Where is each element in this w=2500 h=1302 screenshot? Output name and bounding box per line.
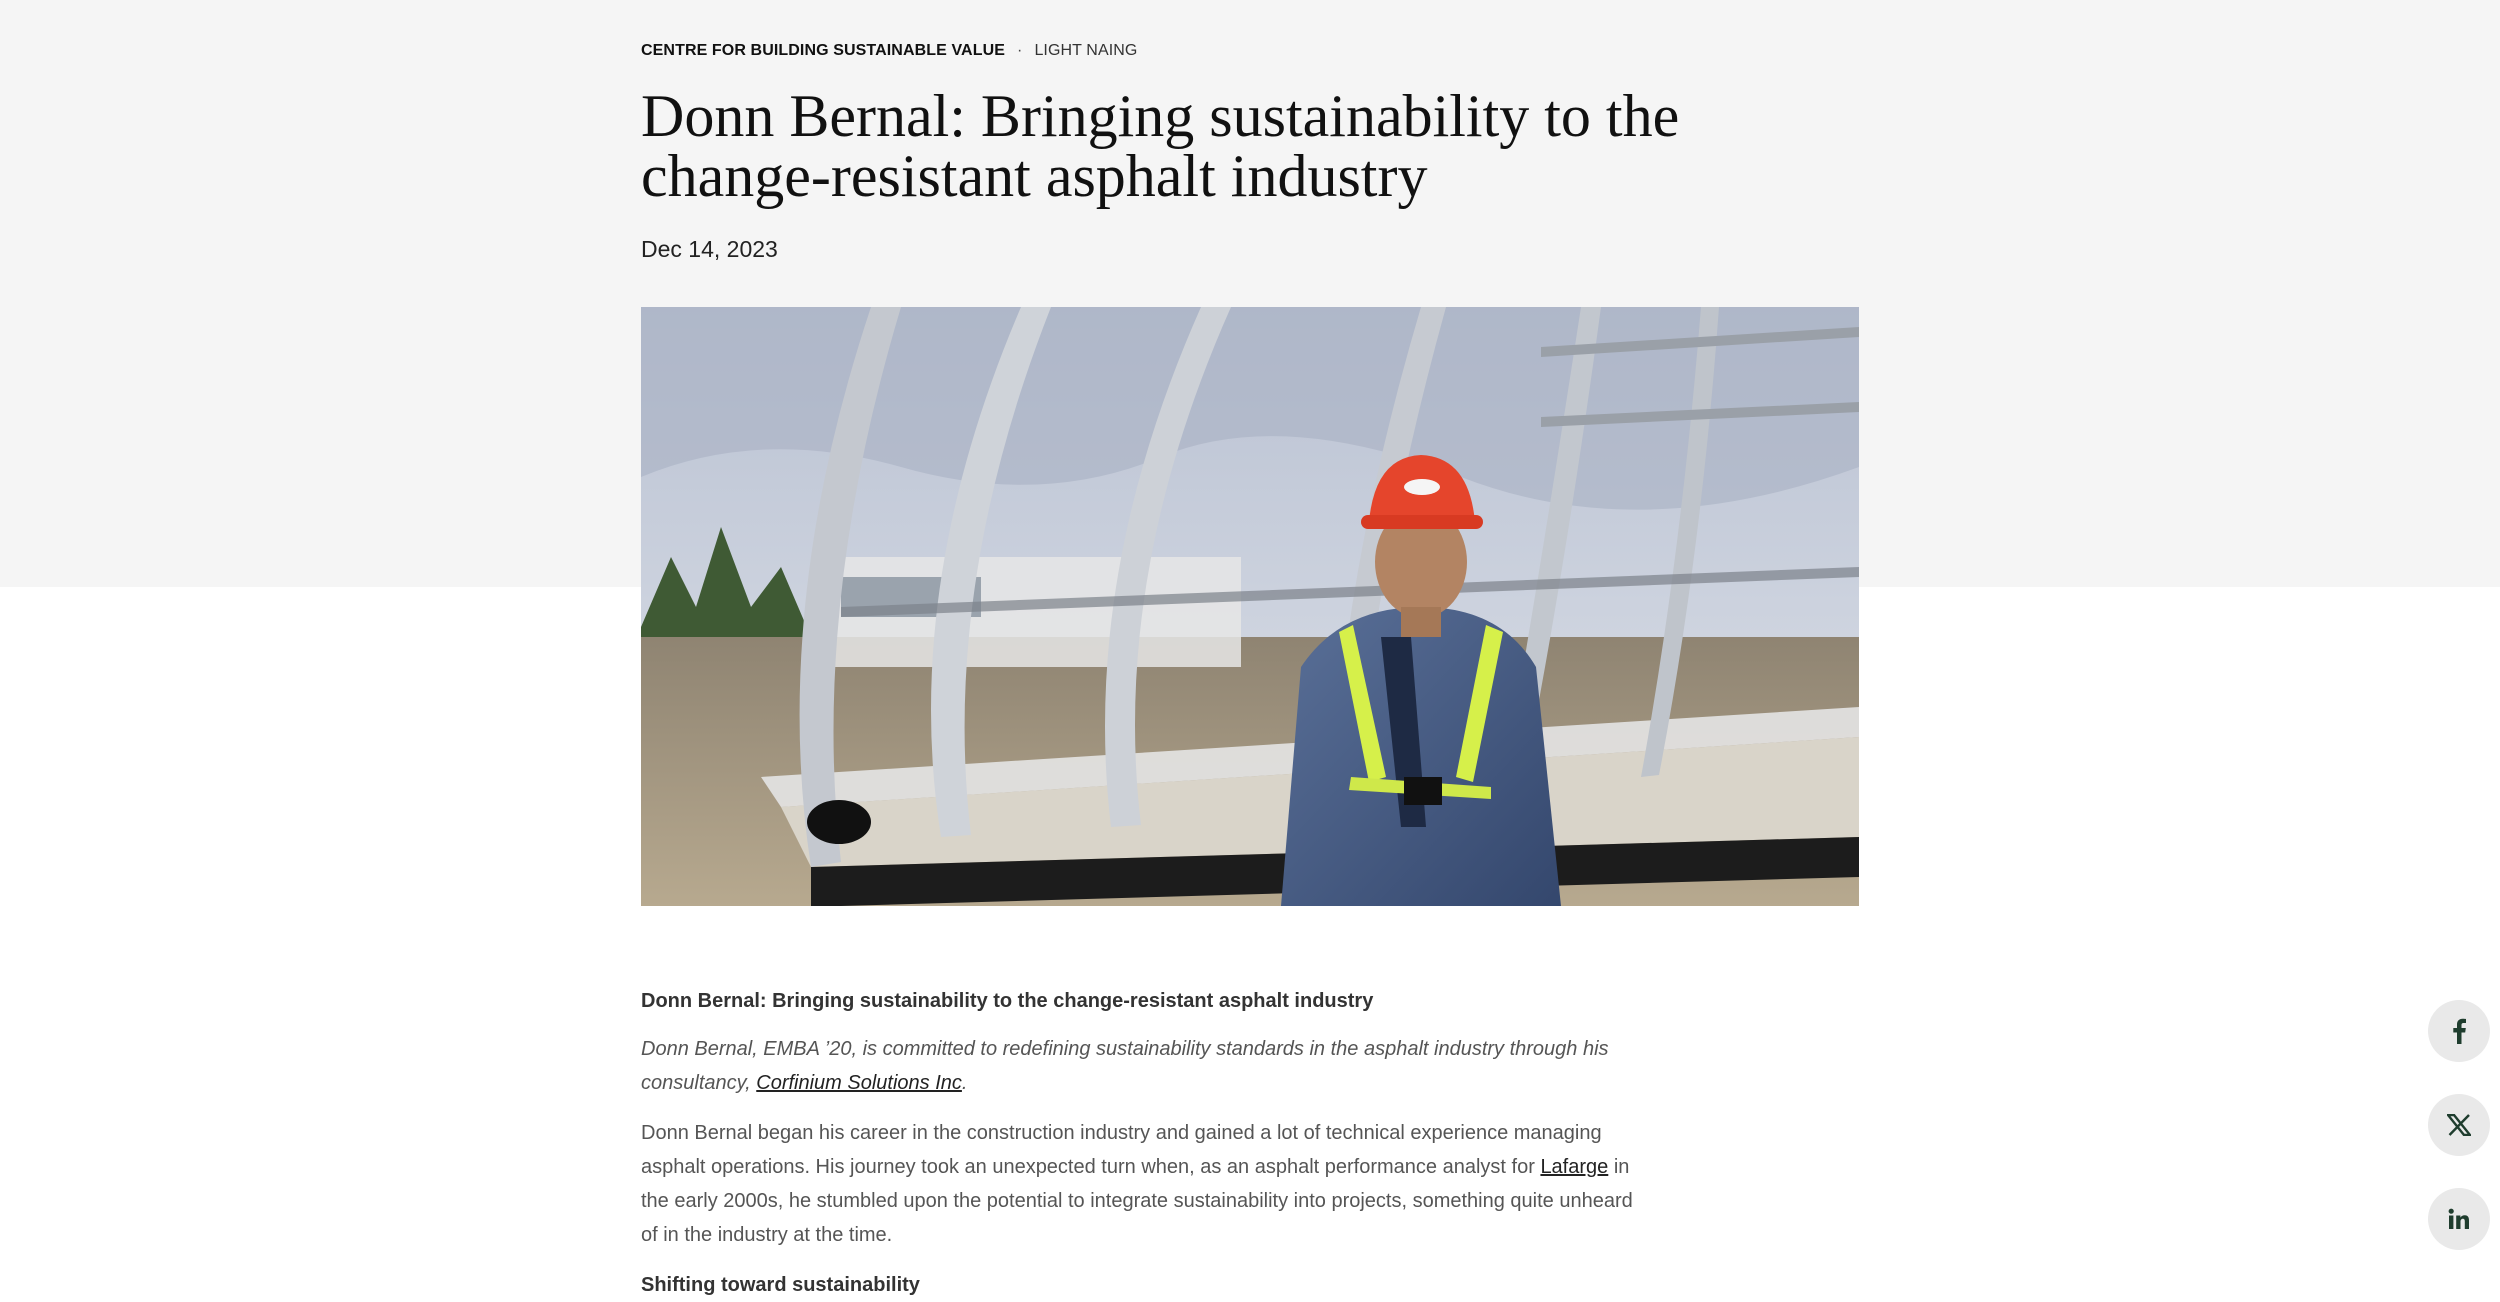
article-meta: Centre for Building Sustainable Value · Li… — [641, 42, 1137, 60]
meta-separator: · — [1017, 42, 1023, 59]
share-bar — [2428, 1000, 2490, 1282]
lafarge-link[interactable]: Lafarge — [1540, 1156, 1608, 1178]
paragraph-text: Donn Bernal began his career in the cons… — [641, 1122, 1602, 1178]
category-link[interactable]: Centre for Building Sustainable Value — [641, 42, 1005, 59]
linkedin-icon — [2448, 1208, 2469, 1229]
publish-date: Dec 14, 2023 — [641, 236, 778, 262]
article-lead-title: Donn Bernal: Bringing sustainability to … — [641, 990, 1374, 1012]
corfinium-link[interactable]: Corfinium Solutions Inc — [756, 1072, 962, 1094]
article-intro: Donn Bernal, EMBA ’20, is committed to r… — [641, 1032, 1641, 1100]
x-icon — [2447, 1114, 2471, 1136]
author-link[interactable]: Light Naing — [1034, 42, 1137, 59]
hero-image — [641, 307, 1859, 906]
article-paragraph: Donn Bernal began his career in the cons… — [641, 1116, 1641, 1252]
share-x-button[interactable] — [2428, 1094, 2490, 1156]
intro-end: . — [961, 1072, 968, 1094]
page-title: Donn Bernal: Bringing sustainability to … — [641, 83, 1680, 209]
section-heading: Shifting toward sustainability — [641, 1274, 920, 1296]
facebook-icon — [2453, 1018, 2466, 1044]
share-facebook-button[interactable] — [2428, 1000, 2490, 1062]
article-body: Donn Bernal: Bringing sustainability to … — [641, 984, 1641, 1302]
share-linkedin-button[interactable] — [2428, 1188, 2490, 1250]
